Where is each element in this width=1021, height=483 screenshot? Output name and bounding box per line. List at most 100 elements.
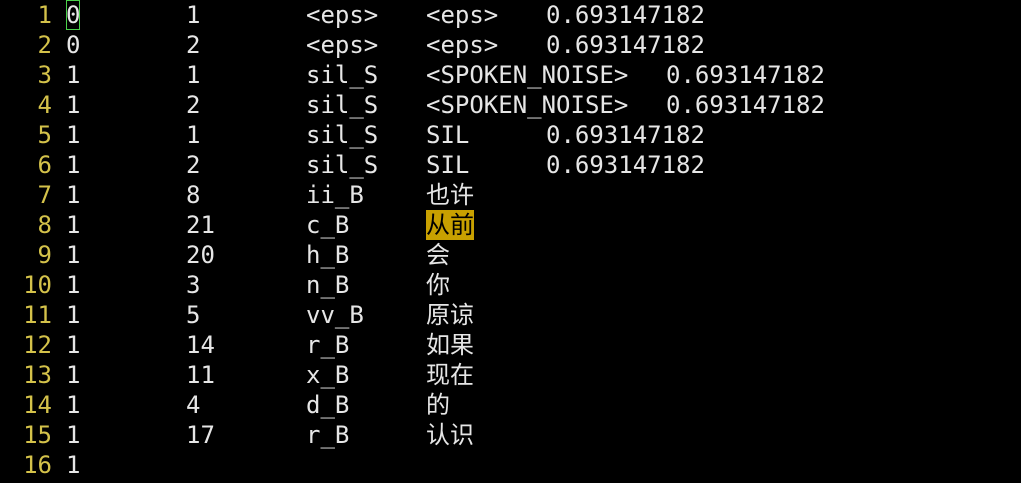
input-symbol: <eps>: [306, 31, 379, 59]
input-symbol: vv_B: [306, 301, 364, 329]
state-to: 8: [186, 181, 201, 209]
state-from: 1: [66, 331, 81, 359]
state-to: 11: [186, 361, 215, 389]
line-number: 6: [37, 151, 52, 179]
state-from: 1: [66, 241, 81, 269]
line-number: 10: [23, 271, 52, 299]
output-symbol: 的: [426, 391, 450, 419]
state-from: 1: [66, 361, 81, 389]
state-to: 2: [186, 91, 201, 119]
output-symbol: <eps>: [426, 1, 499, 29]
state-to: 1: [186, 61, 201, 89]
state-from: 1: [66, 211, 81, 239]
state-from: 1: [66, 151, 81, 179]
output-symbol: SIL: [426, 121, 470, 149]
input-symbol: h_B: [306, 241, 350, 269]
output-symbol: 原谅: [426, 301, 474, 329]
weight: 0.693147182: [546, 1, 705, 29]
editor-line[interactable]: 7 1 8 ii_B 也许: [0, 180, 1021, 210]
state-from: 0: [66, 31, 81, 59]
line-number: 4: [37, 91, 52, 119]
output-symbol: <SPOKEN_NOISE>: [426, 91, 629, 119]
input-symbol: sil_S: [306, 91, 379, 119]
output-symbol: <SPOKEN_NOISE>: [426, 61, 629, 89]
line-number: 16: [23, 451, 52, 479]
line-number: 8: [37, 211, 52, 239]
weight: 0.693147182: [546, 151, 705, 179]
output-symbol: SIL: [426, 151, 470, 179]
editor-line[interactable]: 9 1 20 h_B 会: [0, 240, 1021, 270]
output-symbol: <eps>: [426, 31, 499, 59]
input-symbol: n_B: [306, 271, 350, 299]
output-symbol: 现在: [426, 361, 474, 389]
input-symbol: sil_S: [306, 61, 379, 89]
line-number: 7: [37, 181, 52, 209]
editor-line[interactable]: 8 1 21 c_B 从前: [0, 210, 1021, 240]
state-from: 1: [66, 271, 81, 299]
state-from: 1: [66, 301, 81, 329]
state-to: 17: [186, 421, 215, 449]
weight: 0.693147182: [666, 91, 825, 119]
state-to: 3: [186, 271, 201, 299]
state-from: 1: [66, 121, 81, 149]
editor-line[interactable]: 15 1 17 r_B 认识: [0, 420, 1021, 450]
editor-line[interactable]: 14 1 4 d_B 的: [0, 390, 1021, 420]
weight: 0.693147182: [546, 31, 705, 59]
state-to: 2: [186, 31, 201, 59]
input-symbol: sil_S: [306, 151, 379, 179]
text-editor[interactable]: 1 0 1 <eps> <eps> 0.693147182 2 0 2 <eps> <eps> 0.6…: [0, 0, 1021, 483]
input-symbol: r_B: [306, 421, 350, 449]
editor-line[interactable]: 5 1 1 sil_S SIL 0.693147182: [0, 120, 1021, 150]
editor-line[interactable]: 12 1 14 r_B 如果: [0, 330, 1021, 360]
input-symbol: x_B: [306, 361, 350, 389]
state-to: 5: [186, 301, 201, 329]
line-number: 13: [23, 361, 52, 389]
line-number: 3: [37, 61, 52, 89]
editor-line[interactable]: 4 1 2 sil_S <SPOKEN_NOISE> 0.693147182: [0, 90, 1021, 120]
line-number: 11: [23, 301, 52, 329]
state-to: 20: [186, 241, 215, 269]
line-number: 12: [23, 331, 52, 359]
editor-line[interactable]: 2 0 2 <eps> <eps> 0.693147182: [0, 30, 1021, 60]
weight: 0.693147182: [666, 61, 825, 89]
line-number: 9: [37, 241, 52, 269]
editor-line[interactable]: 1 0 1 <eps> <eps> 0.693147182: [0, 0, 1021, 30]
cursor: 0: [66, 0, 81, 30]
line-number: 5: [37, 121, 52, 149]
state-to: 1: [186, 1, 201, 29]
search-match: 从前: [426, 210, 474, 240]
state-to: 14: [186, 331, 215, 359]
editor-line[interactable]: 13 1 11 x_B 现在: [0, 360, 1021, 390]
line-number: 14: [23, 391, 52, 419]
output-symbol: 认识: [426, 421, 474, 449]
input-symbol: d_B: [306, 391, 350, 419]
input-symbol: sil_S: [306, 121, 379, 149]
input-symbol: c_B: [306, 211, 350, 239]
output-symbol: 会: [426, 241, 450, 269]
state-from: 1: [66, 61, 81, 89]
editor-line[interactable]: 6 1 2 sil_S SIL 0.693147182: [0, 150, 1021, 180]
state-from: 1: [66, 451, 81, 479]
output-symbol: 你: [426, 271, 450, 299]
state-to: 1: [186, 121, 201, 149]
editor-line[interactable]: 11 1 5 vv_B 原谅: [0, 300, 1021, 330]
state-from: 1: [66, 181, 81, 209]
state-to: 21: [186, 211, 215, 239]
state-to: 2: [186, 151, 201, 179]
line-number: 2: [37, 31, 52, 59]
state-from: 1: [66, 391, 81, 419]
output-symbol: 如果: [426, 331, 474, 359]
state-from: 1: [66, 421, 81, 449]
state-to: 4: [186, 391, 201, 419]
input-symbol: ii_B: [306, 181, 364, 209]
input-symbol: r_B: [306, 331, 350, 359]
editor-line[interactable]: 16 1: [0, 450, 1021, 480]
editor-line[interactable]: 3 1 1 sil_S <SPOKEN_NOISE> 0.693147182: [0, 60, 1021, 90]
editor-line[interactable]: 10 1 3 n_B 你: [0, 270, 1021, 300]
input-symbol: <eps>: [306, 1, 379, 29]
line-number: 1: [37, 1, 52, 29]
line-number: 15: [23, 421, 52, 449]
weight: 0.693147182: [546, 121, 705, 149]
output-symbol: 也许: [426, 181, 474, 209]
state-from: 1: [66, 91, 81, 119]
